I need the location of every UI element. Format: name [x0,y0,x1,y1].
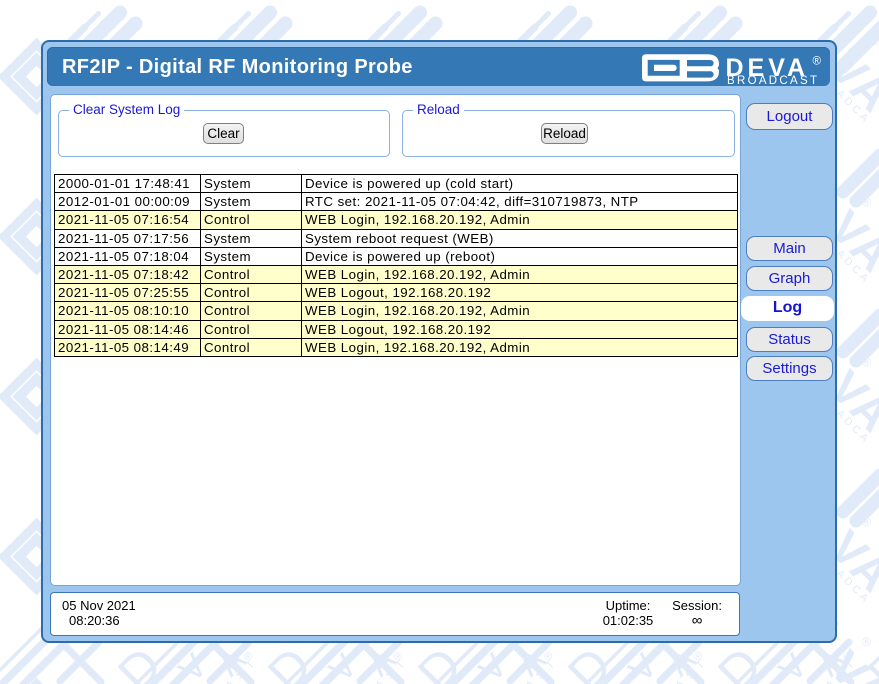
svg-text:®: ® [813,56,822,68]
svg-text:®: ® [870,34,879,48]
svg-text:BROADCAST: BROADCAST [727,75,819,86]
